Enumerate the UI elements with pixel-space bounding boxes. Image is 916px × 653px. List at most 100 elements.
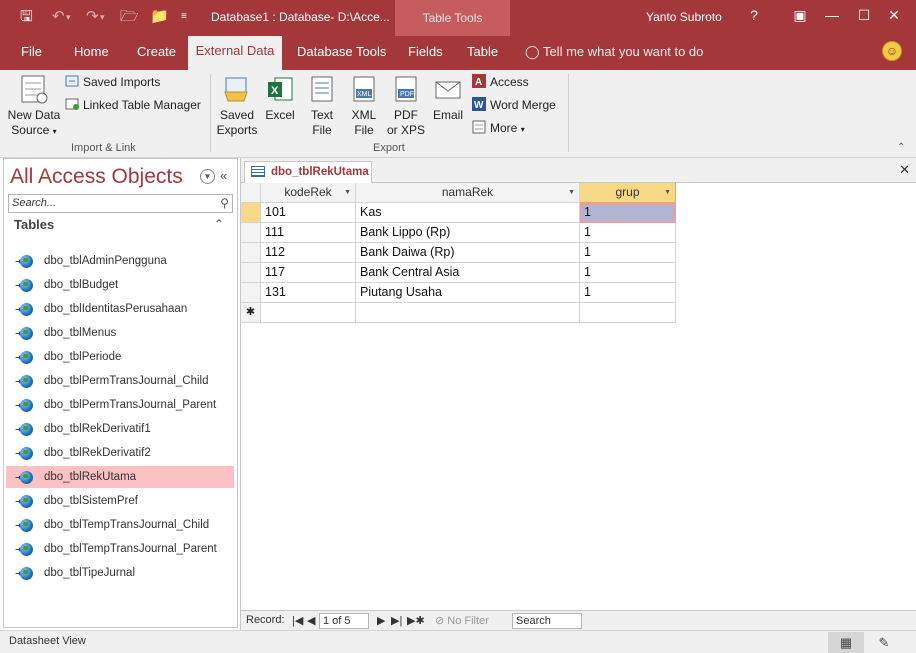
tab-external-data[interactable]: External Data <box>188 36 282 70</box>
saved-exports-button[interactable]: Saved Exports <box>216 74 258 138</box>
nav-search-input[interactable]: Search... ⚲ <box>8 194 233 213</box>
new-row-cell[interactable] <box>261 303 356 323</box>
current-record-input[interactable]: 1 of 5 <box>319 613 369 629</box>
word-merge-button[interactable]: W Word Merge <box>472 97 556 112</box>
export-pdf-button[interactable]: PDF PDF or XPS <box>386 74 426 138</box>
close-icon[interactable]: ✕ <box>880 7 908 24</box>
row-selector[interactable] <box>241 203 261 223</box>
previous-record-icon[interactable]: ◀ <box>307 614 315 627</box>
linked-table-manager-button[interactable]: Linked Table Manager <box>65 97 201 112</box>
customize-qat-icon[interactable]: ≡ <box>181 8 187 26</box>
tab-create[interactable]: Create <box>137 44 176 59</box>
tab-fields[interactable]: Fields <box>408 44 443 59</box>
undo-dropdown-icon[interactable]: ▾ <box>66 8 71 26</box>
last-record-icon[interactable]: ▶| <box>391 614 402 627</box>
table-cell[interactable]: 1 <box>580 203 676 223</box>
filter-indicator[interactable]: ⊘ No Filter <box>435 614 489 627</box>
column-header-kodeRek[interactable]: kodeRek ▼ <box>261 183 356 203</box>
export-xml-button[interactable]: XML XML File <box>346 74 382 138</box>
next-record-icon[interactable]: ▶ <box>377 614 385 627</box>
maximize-icon[interactable]: ☐ <box>850 7 878 24</box>
tab-database-tools[interactable]: Database Tools <box>297 44 386 59</box>
table-cell[interactable]: 131 <box>261 283 356 303</box>
nav-item-table[interactable]: ➜ dbo_tblSistemPref <box>6 490 234 512</box>
new-row-selector[interactable]: ✱ <box>241 303 261 323</box>
column-header-grup[interactable]: grup ▼ <box>580 183 676 203</box>
row-selector[interactable] <box>241 243 261 263</box>
table-cell[interactable]: 1 <box>580 243 676 263</box>
redo-dropdown-icon[interactable]: ▾ <box>100 8 105 26</box>
select-all-corner[interactable] <box>241 183 261 203</box>
feedback-smiley-icon[interactable]: ☺ <box>882 41 902 61</box>
export-email-button[interactable]: Email <box>430 74 466 123</box>
nav-item-table[interactable]: ➜ dbo_tblAdminPengguna <box>6 250 234 272</box>
nav-item-table[interactable]: ➜ dbo_tblPermTransJournal_Parent <box>6 394 234 416</box>
nav-item-table[interactable]: ➜ dbo_tblPermTransJournal_Child <box>6 370 234 392</box>
column-dropdown-icon[interactable]: ▼ <box>664 183 671 202</box>
nav-item-table[interactable]: ➜ dbo_tblMenus <box>6 322 234 344</box>
nav-pane-title[interactable]: All Access Objects <box>10 165 183 189</box>
table-cell[interactable]: Bank Central Asia <box>356 263 580 283</box>
table-cell[interactable]: Bank Lippo (Rp) <box>356 223 580 243</box>
tab-table[interactable]: Table <box>467 44 498 59</box>
table-cell[interactable]: 1 <box>580 223 676 243</box>
table-cell[interactable]: 112 <box>261 243 356 263</box>
table-cell[interactable]: 111 <box>261 223 356 243</box>
nav-item-table[interactable]: ➜ dbo_tblRekDerivatif2 <box>6 442 234 464</box>
nav-item-table[interactable]: ➜ dbo_tblRekDerivatif1 <box>6 418 234 440</box>
new-db-icon[interactable]: 📁 <box>150 8 169 26</box>
row-selector[interactable] <box>241 223 261 243</box>
user-name[interactable]: Yanto Subroto <box>646 10 722 24</box>
nav-section-tables[interactable]: Tables <box>14 217 54 232</box>
new-data-source-button[interactable]: New Data Source ▾ <box>6 74 62 139</box>
export-excel-button[interactable]: X Excel <box>262 74 298 123</box>
more-export-button[interactable]: More ▾ <box>472 120 525 135</box>
export-access-button[interactable]: A Access <box>472 74 529 89</box>
nav-item-table[interactable]: ➜ dbo_tblTempTransJournal_Parent <box>6 538 234 560</box>
tell-me-box[interactable]: ◯ Tell me what you want to do <box>525 44 703 60</box>
tab-home[interactable]: Home <box>74 44 109 59</box>
column-dropdown-icon[interactable]: ▼ <box>344 183 351 202</box>
new-record-icon[interactable]: ▶✱ <box>407 614 425 627</box>
design-view-icon[interactable]: ✎ <box>866 632 902 653</box>
new-row-cell[interactable] <box>580 303 676 323</box>
datasheet-view-icon[interactable]: ▦ <box>828 632 864 653</box>
ribbon-display-icon[interactable]: ▣ <box>786 7 814 24</box>
table-cell[interactable]: 1 <box>580 263 676 283</box>
table-cell[interactable]: 1 <box>580 283 676 303</box>
nav-item-table[interactable]: ➜ dbo_tblBudget <box>6 274 234 296</box>
column-header-namaRek[interactable]: namaRek ▼ <box>356 183 580 203</box>
first-record-icon[interactable]: |◀ <box>292 614 303 627</box>
nav-item-table[interactable]: ➜ dbo_tblIdentitasPerusahaan <box>6 298 234 320</box>
tab-file[interactable]: File <box>21 44 42 59</box>
undo-icon[interactable]: ↶ <box>52 8 65 26</box>
record-search-input[interactable]: Search <box>512 613 582 629</box>
table-cell[interactable]: Bank Daiwa (Rp) <box>356 243 580 263</box>
nav-item-table[interactable]: ➜ dbo_tblPeriode <box>6 346 234 368</box>
close-document-icon[interactable]: ✕ <box>899 162 910 178</box>
table-cell[interactable]: Piutang Usaha <box>356 283 580 303</box>
nav-item-table[interactable]: ➜ dbo_tblRekUtama <box>6 466 234 488</box>
help-button[interactable]: ? <box>740 7 768 23</box>
minimize-icon[interactable]: — <box>818 7 846 23</box>
table-cell[interactable]: 117 <box>261 263 356 283</box>
row-selector[interactable] <box>241 283 261 303</box>
save-icon[interactable]: 🖫 <box>20 8 33 26</box>
new-row-cell[interactable] <box>356 303 580 323</box>
row-selector[interactable] <box>241 263 261 283</box>
search-icon[interactable]: ⚲ <box>220 196 229 210</box>
nav-item-table[interactable]: ➜ dbo_tblTempTransJournal_Child <box>6 514 234 536</box>
open-folder-icon[interactable]: 🗁 <box>120 8 139 26</box>
nav-menu-dropdown-icon[interactable]: ▼ <box>200 169 215 184</box>
collapse-ribbon-icon[interactable]: ⌃ <box>897 142 905 153</box>
table-cell[interactable]: 101 <box>261 203 356 223</box>
redo-icon[interactable]: ↷ <box>86 8 99 26</box>
saved-imports-button[interactable]: Saved Imports <box>65 74 160 89</box>
shutter-bar-close-icon[interactable]: « <box>220 168 227 183</box>
table-cell[interactable]: Kas <box>356 203 580 223</box>
nav-item-table[interactable]: ➜ dbo_tblTipeJurnal <box>6 562 234 584</box>
column-dropdown-icon[interactable]: ▼ <box>568 183 575 202</box>
export-text-file-button[interactable]: Text File <box>304 74 340 138</box>
collapse-section-icon[interactable]: ⌃ <box>214 217 224 231</box>
document-tab[interactable]: dbo_tblRekUtama <box>244 161 372 183</box>
